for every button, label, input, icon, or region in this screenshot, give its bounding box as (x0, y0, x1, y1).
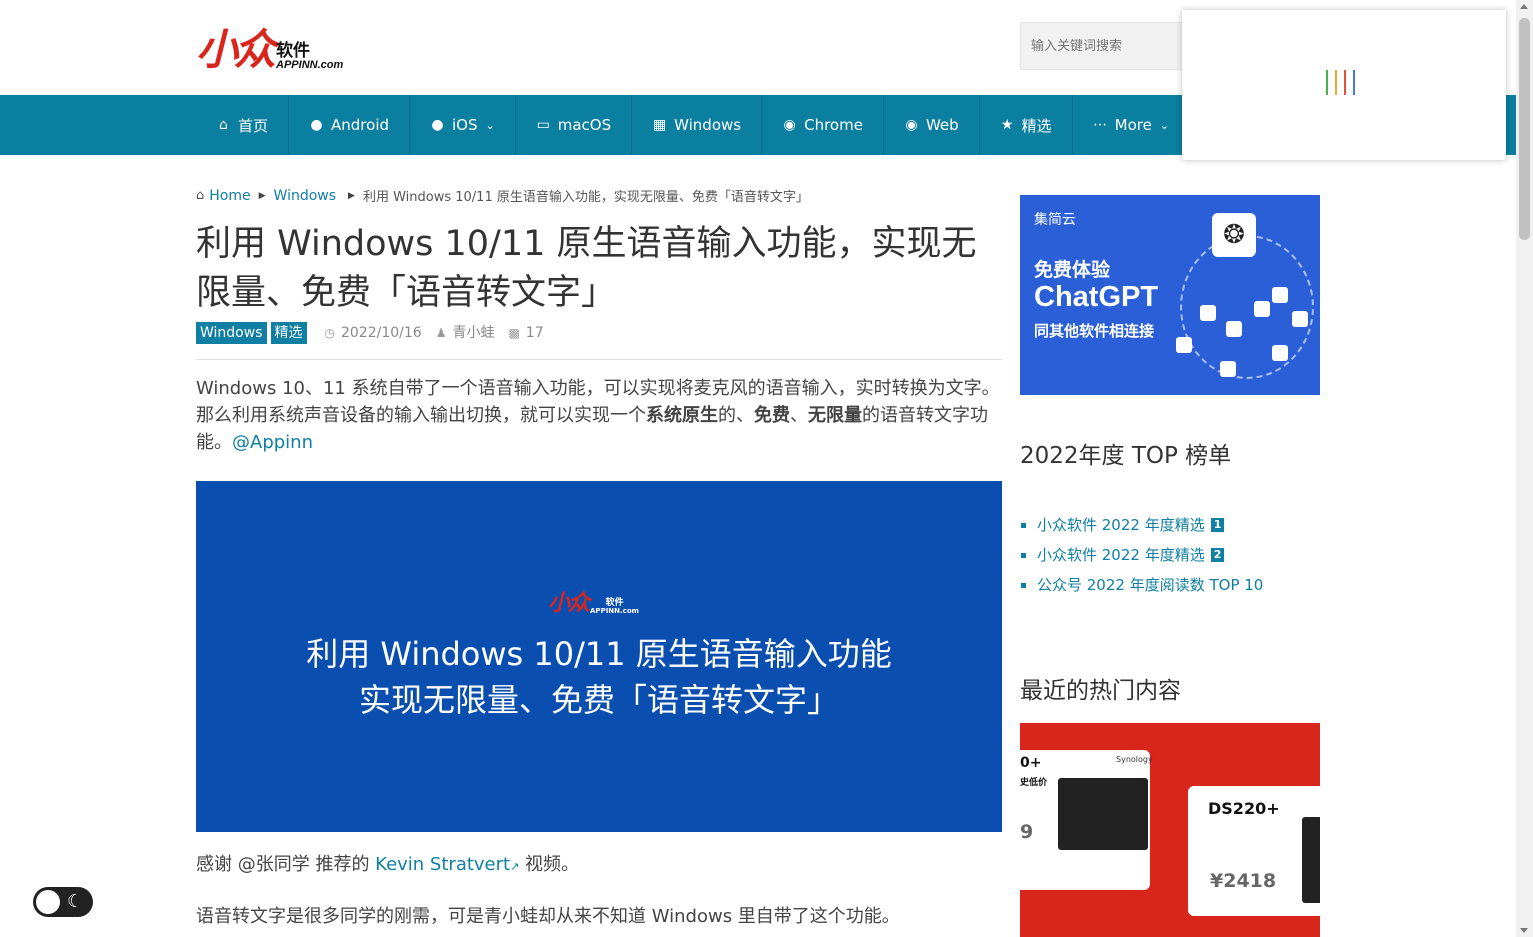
article-paragraph: 感谢 @张同学 推荐的 Kevin Stratvert↗ 视频。 (196, 854, 580, 875)
dark-mode-toggle[interactable]: ☾ (33, 887, 93, 917)
post-author: 青小蛙 (452, 325, 495, 341)
home-icon: ⌂ (219, 117, 228, 133)
hero-line-1: 利用 Windows 10/11 原生语音输入功能 (306, 635, 892, 673)
breadcrumb: ⌂ Home ▶ Windows ▶ 利用 Windows 10/11 原生语音… (196, 186, 809, 206)
hero-logo: 小众 软件 APPINN.com (548, 591, 639, 616)
ad-brand: 集简云 (1034, 212, 1076, 228)
logo-cn: 软件 (276, 41, 311, 61)
loading-popup (1182, 10, 1506, 160)
hot-content-title: 最近的热门内容 (1020, 678, 1181, 704)
breadcrumb-current: 利用 Windows 10/11 原生语音输入功能，实现无限量、免费「语音转文字… (362, 190, 809, 205)
top-list-title: 2022年度 TOP 榜单 (1020, 443, 1232, 469)
nav-item-chrome[interactable]: ◉ Chrome (762, 95, 884, 155)
list-item: 公众号 2022 年度阅读数 TOP 10 (1037, 570, 1263, 600)
post-date: 2022/10/16 (340, 325, 422, 341)
nas-device (1058, 778, 1148, 850)
rank-badge: 1 (1210, 518, 1225, 532)
user-icon: ♟ (435, 326, 447, 340)
chevron-down-icon: ⌄ (1159, 118, 1170, 132)
apple-icon: ● (431, 117, 444, 133)
hero-image: 小众 软件 APPINN.com 利用 Windows 10/11 原生语音输入功… (196, 481, 1002, 832)
dots-icon: ⋯ (1093, 117, 1108, 133)
nav-item-windows[interactable]: ▦ Windows (632, 95, 763, 155)
kevin-stratvert-link[interactable]: Kevin Stratvert (375, 854, 510, 875)
logo-en: APPINN.com (276, 59, 344, 71)
external-link-icon: ↗ (510, 860, 520, 873)
ad-banner[interactable]: 集简云 免费体验 ChatGPT 同其他软件相连接 ❂ (1020, 195, 1320, 395)
article-paragraph: 语音转文字是很多同学的刚需，可是青小蛙却从来不知道 Windows 里自带了这个… (196, 906, 900, 927)
scroll-up-icon[interactable] (1520, 4, 1528, 9)
rank-badge: 2 (1210, 548, 1225, 562)
top-list: 小众软件 2022 年度精选1 小众软件 2022 年度精选2 公众号 2022… (1020, 510, 1263, 600)
chrome-icon: ◉ (783, 117, 796, 133)
clock-icon: ◷ (324, 326, 335, 340)
comments-icon: ▩ (508, 326, 520, 340)
breadcrumb-home[interactable]: Home (209, 188, 250, 204)
windows-icon: ▦ (653, 117, 667, 133)
nav-item-web[interactable]: ◉ Web (884, 95, 980, 155)
list-item: 小众软件 2022 年度精选1 (1037, 510, 1263, 540)
nav-item-ios[interactable]: ● iOS ⌄ (410, 95, 516, 155)
hero-line-2: 实现无限量、免费「语音转文字」 (358, 681, 839, 719)
nav-item-home[interactable]: ⌂ 首页 (196, 95, 290, 155)
scrollbar[interactable] (1516, 0, 1533, 937)
chevron-down-icon: ⌄ (485, 118, 495, 132)
openai-icon: ❂ (1212, 213, 1256, 257)
breadcrumb-category[interactable]: Windows (274, 188, 337, 204)
list-item: 小众软件 2022 年度精选2 (1037, 540, 1263, 570)
article-title: 利用 Windows 10/11 原生语音输入功能，实现无限量、免费「语音转文字… (196, 224, 977, 313)
nav-item-featured[interactable]: ★ 精选 (980, 95, 1073, 155)
comment-count[interactable]: 17 (526, 322, 544, 344)
caret-right-icon: ▶ (348, 190, 355, 201)
loading-spinner-icon (1326, 70, 1355, 95)
appinn-link[interactable]: @Appinn (232, 432, 313, 453)
scrollbar-thumb[interactable] (1519, 18, 1530, 240)
scroll-down-icon[interactable] (1520, 928, 1528, 933)
logo-mark: 小众 (196, 26, 276, 73)
monitor-icon: ▭ (536, 117, 550, 133)
nav-item-macos[interactable]: ▭ macOS (516, 95, 633, 155)
tag-windows[interactable]: Windows (196, 322, 267, 344)
globe-icon: ◉ (905, 117, 918, 133)
star-icon: ★ (1000, 117, 1014, 133)
article-intro: Windows 10、11 系统自带了一个语音输入功能，可以实现将麦克风的语音输… (196, 378, 1000, 453)
nav-item-android[interactable]: ● Android (289, 95, 411, 155)
tag-featured[interactable]: 精选 (270, 322, 307, 344)
home-icon: ⌂ (196, 188, 205, 203)
moon-icon: ☾ (67, 891, 84, 912)
caret-right-icon: ▶ (258, 190, 266, 201)
article-meta: Windows 精选 ◷ 2022/10/16 ♟ 青小蛙 ▩ 17 (196, 322, 1002, 360)
nav-item-more[interactable]: ⋯ More ⌄ (1073, 95, 1189, 155)
site-logo[interactable]: 小众 软件 APPINN.com (196, 25, 343, 71)
hot-content-image[interactable]: 0+ 史低价 9 Synology DS220+ ¥2418 (1020, 723, 1320, 937)
android-icon: ● (310, 117, 323, 133)
